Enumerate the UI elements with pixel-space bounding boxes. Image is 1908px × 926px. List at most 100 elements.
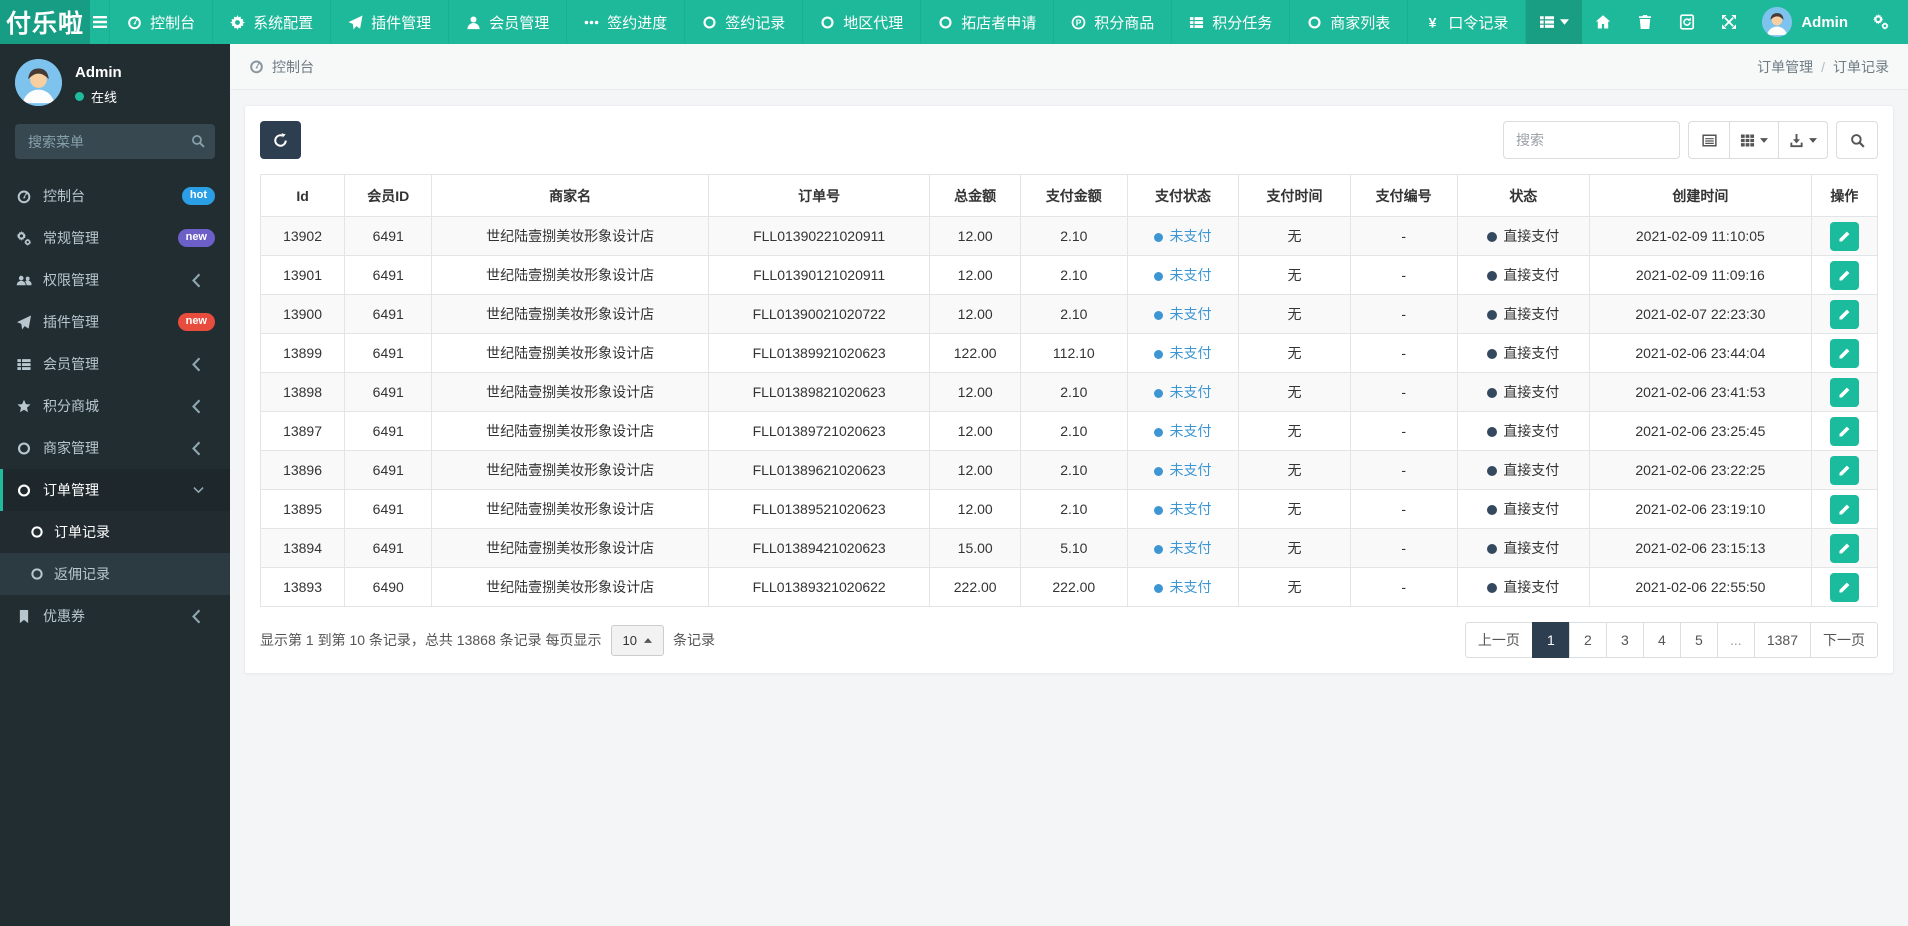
navbar-user-menu[interactable]: Admin xyxy=(1750,7,1860,37)
cell-pay-no: - xyxy=(1349,255,1458,295)
caret-up-icon xyxy=(643,637,652,643)
cell-pay-status: 未支付 xyxy=(1126,411,1240,451)
col-id[interactable]: Id xyxy=(259,174,346,217)
edit-button[interactable] xyxy=(1829,338,1859,368)
cell-total: 122.00 xyxy=(929,333,1021,373)
gauge-icon xyxy=(127,15,142,30)
col-status[interactable]: 状态 xyxy=(1456,174,1591,217)
cell-actions[interactable] xyxy=(1810,411,1879,451)
page-button-4[interactable]: 4 xyxy=(1642,622,1681,658)
status-badge: 直接支付 xyxy=(1487,462,1559,478)
cell-actions[interactable] xyxy=(1810,372,1879,412)
orders-table: Id 会员ID 商家名 订单号 总金额 支付金额 支付状态 支付时间 支付编号 … xyxy=(259,174,1879,607)
edit-button[interactable] xyxy=(1829,377,1859,407)
view-menu-button[interactable] xyxy=(1526,0,1583,44)
cell-actions[interactable] xyxy=(1810,489,1879,529)
status-badge: 直接支付 xyxy=(1487,384,1559,400)
table-search-input[interactable] xyxy=(1503,121,1680,159)
nav-item-签约进度[interactable]: 签约进度 xyxy=(567,0,686,44)
sidebar-item-常规管理[interactable]: 常规管理 new xyxy=(0,217,230,259)
caret-down-icon xyxy=(1760,137,1768,143)
col-paid[interactable]: 支付金额 xyxy=(1019,174,1128,217)
trash-button[interactable] xyxy=(1624,0,1666,44)
nav-item-控制台[interactable]: 控制台 xyxy=(110,0,214,44)
pencil-icon xyxy=(1838,425,1851,438)
edit-button[interactable] xyxy=(1829,260,1859,290)
col-pay-status[interactable]: 支付状态 xyxy=(1126,174,1240,217)
refresh-button[interactable] xyxy=(260,121,301,159)
sidebar-item-控制台[interactable]: 控制台 hot xyxy=(0,175,230,217)
home-button[interactable] xyxy=(1582,0,1624,44)
sidebar-item-积分商城[interactable]: 积分商城 xyxy=(0,385,230,427)
sidebar-search-input[interactable] xyxy=(15,124,215,159)
cell-actions[interactable] xyxy=(1810,450,1879,490)
fullscreen-button[interactable] xyxy=(1708,0,1750,44)
page-button-1[interactable]: 1 xyxy=(1531,622,1570,658)
edit-button[interactable] xyxy=(1829,221,1859,251)
cell-actions[interactable] xyxy=(1810,333,1879,373)
refresh-icon xyxy=(273,132,288,148)
cell-order-no: FLL01389721020623 xyxy=(707,411,931,451)
nav-item-插件管理[interactable]: 插件管理 xyxy=(331,0,450,44)
label: 常规管理 xyxy=(43,230,99,246)
nav-item-积分商品[interactable]: P 积分商品 xyxy=(1054,0,1173,44)
page-button-1387[interactable]: 1387 xyxy=(1753,622,1811,658)
brand-logo[interactable]: 付乐啦 xyxy=(0,0,90,44)
columns-button[interactable] xyxy=(1730,121,1779,159)
nav-item-地区代理[interactable]: 地区代理 xyxy=(803,0,922,44)
sidebar-item-商家管理[interactable]: 商家管理 xyxy=(0,427,230,469)
cell-actions[interactable] xyxy=(1810,255,1879,295)
cell-id: 13901 xyxy=(259,255,346,295)
page-size-select[interactable]: 10 xyxy=(610,624,664,656)
pencil-icon xyxy=(1838,581,1851,594)
sidebar-item-订单管理[interactable]: 订单管理 xyxy=(0,469,230,511)
sidebar-item-权限管理[interactable]: 权限管理 xyxy=(0,259,230,301)
sidebar-subitem-返佣记录[interactable]: 返佣记录 xyxy=(0,553,230,595)
cell-actions[interactable] xyxy=(1810,294,1879,334)
page-button-5[interactable]: 5 xyxy=(1679,622,1718,658)
col-member-id[interactable]: 会员ID xyxy=(344,174,433,217)
col-pay-time[interactable]: 支付时间 xyxy=(1238,174,1351,217)
nav-item-拓店者申请[interactable]: 拓店者申请 xyxy=(921,0,1055,44)
sidebar-item-优惠券[interactable]: 优惠券 xyxy=(0,595,230,637)
page-button-2[interactable]: 2 xyxy=(1568,622,1607,658)
edit-button[interactable] xyxy=(1829,455,1859,485)
toggle-detail-view-button[interactable] xyxy=(1688,121,1730,159)
cell-actions[interactable] xyxy=(1810,567,1879,607)
edit-button[interactable] xyxy=(1829,416,1859,446)
cell-member-id: 6491 xyxy=(344,372,433,412)
col-order-no[interactable]: 订单号 xyxy=(707,174,931,217)
edit-button[interactable] xyxy=(1829,494,1859,524)
settings-button[interactable] xyxy=(1860,0,1902,44)
col-created[interactable]: 创建时间 xyxy=(1589,174,1812,217)
nav-item-系统配置[interactable]: 系统配置 xyxy=(213,0,332,44)
col-total[interactable]: 总金额 xyxy=(929,174,1021,217)
sidebar-item-会员管理[interactable]: 会员管理 xyxy=(0,343,230,385)
clear-cache-button[interactable] xyxy=(1666,0,1708,44)
export-button[interactable] xyxy=(1779,121,1828,159)
col-pay-no[interactable]: 支付编号 xyxy=(1349,174,1458,217)
sidebar-item-插件管理[interactable]: 插件管理 new xyxy=(0,301,230,343)
nav-item-签约记录[interactable]: 签约记录 xyxy=(685,0,804,44)
edit-button[interactable] xyxy=(1829,299,1859,329)
edit-button[interactable] xyxy=(1829,533,1859,563)
edit-button[interactable] xyxy=(1829,572,1859,602)
page-button-3[interactable]: 3 xyxy=(1605,622,1644,658)
prev-page-button[interactable]: 上一页 xyxy=(1464,622,1533,658)
nav-item-口令记录[interactable]: ¥ 口令记录 xyxy=(1408,0,1527,44)
sidebar-toggle-button[interactable] xyxy=(90,0,111,44)
nav-item-商家列表[interactable]: 商家列表 xyxy=(1290,0,1409,44)
cell-actions[interactable] xyxy=(1810,528,1879,568)
hamburger-icon xyxy=(92,15,108,29)
breadcrumb-parent[interactable]: 订单管理 xyxy=(1757,57,1813,77)
ring-icon xyxy=(938,15,953,30)
label: 未支付 xyxy=(1169,306,1212,322)
next-page-button[interactable]: 下一页 xyxy=(1810,622,1878,658)
nav-item-会员管理[interactable]: 会员管理 xyxy=(449,0,568,44)
search-submit-button[interactable] xyxy=(1836,121,1878,159)
sidebar-subitem-订单记录[interactable]: 订单记录 xyxy=(0,511,230,553)
status-badge: 直接支付 xyxy=(1487,540,1559,556)
col-merchant[interactable]: 商家名 xyxy=(431,174,709,217)
nav-item-积分任务[interactable]: 积分任务 xyxy=(1172,0,1291,44)
cell-actions[interactable] xyxy=(1810,216,1879,256)
